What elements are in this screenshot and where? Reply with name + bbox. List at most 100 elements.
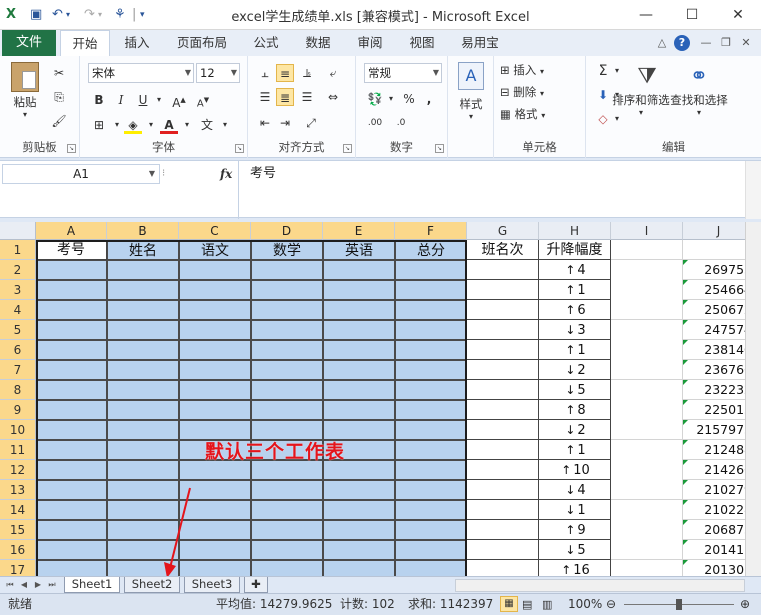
cell-id[interactable] [36, 320, 107, 340]
cell-name[interactable] [107, 340, 179, 360]
cell-change[interactable]: ↓ 3 [539, 320, 611, 340]
cell-yw[interactable] [179, 380, 251, 400]
column-header-f[interactable]: F [395, 222, 467, 240]
cell-rank[interactable] [467, 540, 539, 560]
bold-icon[interactable]: B [90, 91, 108, 109]
cell-sx[interactable] [251, 300, 323, 320]
align-middle-icon[interactable]: ≡ [276, 64, 294, 82]
cell-yy[interactable] [323, 520, 395, 540]
row-header[interactable]: 14 [0, 500, 36, 520]
column-header-d[interactable]: D [251, 222, 323, 240]
cell-zf[interactable] [395, 560, 467, 576]
cell-zf[interactable] [395, 400, 467, 420]
cell-sx[interactable] [251, 540, 323, 560]
row-header[interactable]: 6 [0, 340, 36, 360]
cell-id[interactable] [36, 540, 107, 560]
zoom-slider-thumb[interactable] [676, 599, 682, 610]
cell-yy[interactable] [323, 560, 395, 576]
cell-change[interactable]: ↓ 2 [539, 360, 611, 380]
maximize-button[interactable]: ☐ [669, 0, 715, 30]
cell-j[interactable]: 254664 [683, 280, 745, 300]
sheet-tab-1[interactable]: Sheet1 [64, 577, 120, 593]
cell-zf[interactable] [395, 340, 467, 360]
cell-change[interactable]: ↓ 5 [539, 540, 611, 560]
cell-change[interactable]: ↑ 1 [539, 440, 611, 460]
cell-j[interactable]: 269755 [683, 260, 745, 280]
header-cell[interactable] [611, 240, 683, 260]
align-right-icon[interactable]: ☰ [298, 88, 316, 106]
normal-view-icon[interactable]: ▦ [500, 596, 518, 612]
orientation-icon[interactable]: ⤢ [302, 114, 320, 132]
cell-yy[interactable] [323, 380, 395, 400]
decrease-decimal-icon[interactable]: .0 [392, 114, 410, 132]
merged-cell-i[interactable] [611, 440, 683, 500]
cell-rank[interactable] [467, 440, 539, 460]
cell-j[interactable]: 214266 [683, 460, 745, 480]
doc-restore-icon[interactable]: ❐ [718, 35, 734, 51]
cell-id[interactable] [36, 260, 107, 280]
row-header[interactable]: 17 [0, 560, 36, 576]
cell-change[interactable]: ↑ 6 [539, 300, 611, 320]
cell-sx[interactable] [251, 500, 323, 520]
cell-name[interactable] [107, 420, 179, 440]
first-sheet-icon[interactable]: ⏮ [4, 577, 16, 593]
cell-sx[interactable] [251, 560, 323, 576]
cell-change[interactable]: ↑ 8 [539, 400, 611, 420]
font-launcher-icon[interactable]: ↘ [235, 144, 244, 153]
merged-cell-i[interactable] [611, 320, 683, 380]
zoom-out-icon[interactable]: ⊖ [606, 594, 616, 615]
cell-yw[interactable] [179, 360, 251, 380]
cell-rank[interactable] [467, 300, 539, 320]
cell-id[interactable] [36, 340, 107, 360]
cell-sx[interactable] [251, 380, 323, 400]
cell-yy[interactable] [323, 320, 395, 340]
cell-zf[interactable] [395, 540, 467, 560]
cell-yw[interactable] [179, 300, 251, 320]
row-header[interactable]: 16 [0, 540, 36, 560]
cell-j[interactable]: 247574 [683, 320, 745, 340]
header-cell[interactable]: 升降幅度 [539, 240, 611, 260]
sheet-tab-2[interactable]: Sheet2 [124, 577, 180, 593]
fill-color-icon[interactable]: ◈ [124, 116, 142, 134]
cell-yw[interactable] [179, 280, 251, 300]
cell-j[interactable]: 210279 [683, 480, 745, 500]
align-left-icon[interactable]: ☰ [256, 88, 274, 106]
cell-j[interactable]: 201307 [683, 560, 745, 576]
cell-j[interactable]: 210228 [683, 500, 745, 520]
cell-rank[interactable] [467, 520, 539, 540]
row-header[interactable]: 4 [0, 300, 36, 320]
cell-change[interactable]: ↑ 1 [539, 340, 611, 360]
cell-zf[interactable] [395, 460, 467, 480]
cell-j[interactable]: 225013 [683, 400, 745, 420]
find-select-button[interactable]: ⚭ 查找和选择 ▾ [666, 62, 732, 117]
cell-j[interactable]: 250672 [683, 300, 745, 320]
cell-id[interactable] [36, 380, 107, 400]
cell-yy[interactable] [323, 340, 395, 360]
cell-name[interactable] [107, 260, 179, 280]
cell-id[interactable] [36, 460, 107, 480]
cell-name[interactable] [107, 460, 179, 480]
increase-indent-icon[interactable]: ⇥ [276, 114, 294, 132]
cell-j[interactable]: 2157975 [683, 420, 745, 440]
cell-id[interactable] [36, 420, 107, 440]
paste-button[interactable]: 粘贴 ▾ [8, 62, 42, 119]
cell-rank[interactable] [467, 380, 539, 400]
format-painter-icon[interactable]: 🖌 [50, 112, 68, 130]
page-layout-view-icon[interactable]: ▤ [522, 594, 532, 615]
cell-id[interactable] [36, 400, 107, 420]
cell-id[interactable] [36, 520, 107, 540]
cell-yw[interactable] [179, 400, 251, 420]
header-cell[interactable]: 总分 [395, 240, 467, 260]
cell-j[interactable]: 206873 [683, 520, 745, 540]
merge-center-icon[interactable]: ⇔ [324, 88, 342, 106]
column-header-b[interactable]: B [107, 222, 179, 240]
cell-j[interactable]: 232232 [683, 380, 745, 400]
cell-id[interactable] [36, 500, 107, 520]
wrap-text-icon[interactable]: ⤶ [324, 64, 342, 82]
decrease-indent-icon[interactable]: ⇤ [256, 114, 274, 132]
cell-yw[interactable] [179, 340, 251, 360]
cell-name[interactable] [107, 400, 179, 420]
tab-data[interactable]: 数据 [296, 30, 340, 56]
row-header[interactable]: 15 [0, 520, 36, 540]
cell-yy[interactable] [323, 280, 395, 300]
